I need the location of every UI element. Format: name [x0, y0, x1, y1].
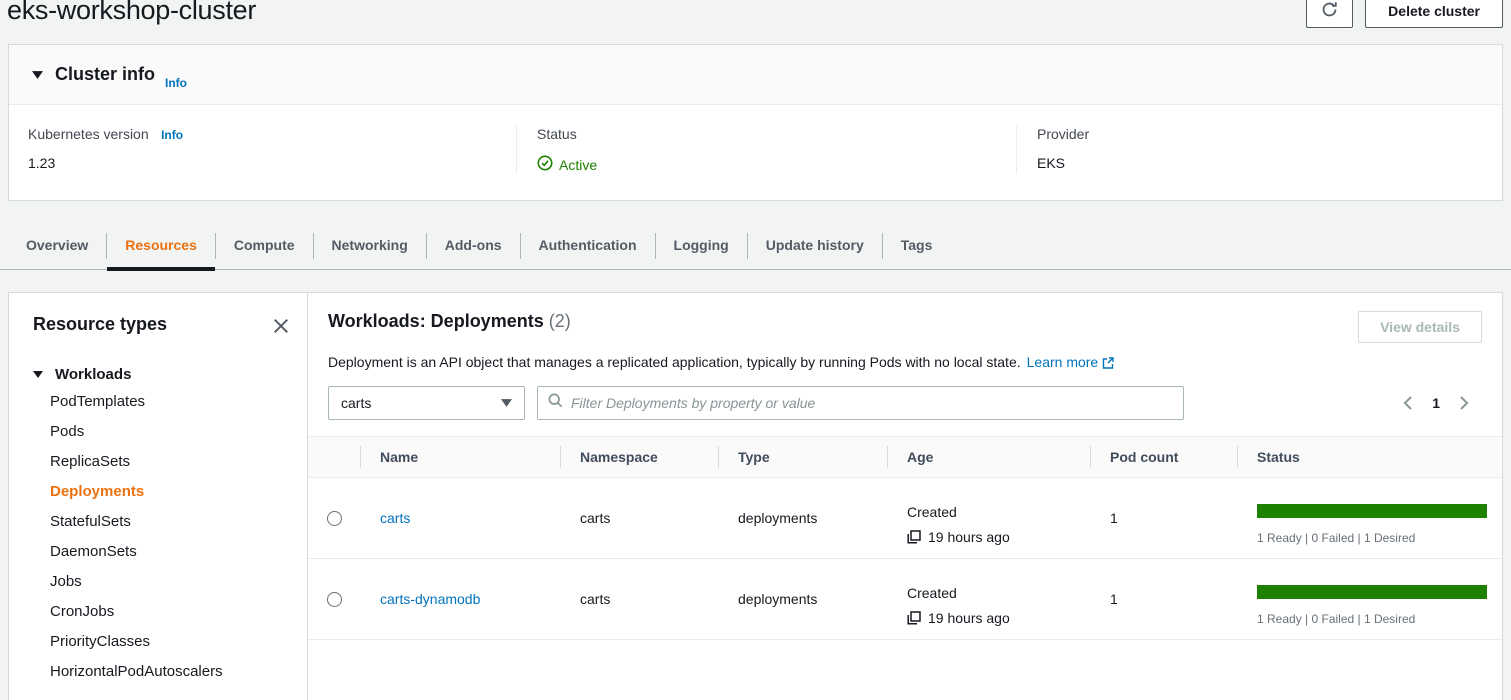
provider-field: Provider EKS — [1016, 126, 1502, 174]
caret-down-icon — [33, 371, 44, 378]
sidebar-item-cronjobs[interactable]: CronJobs — [33, 597, 291, 627]
previous-page-icon[interactable] — [1400, 394, 1415, 412]
column-header-type: Type — [718, 437, 887, 477]
check-circle-icon — [537, 155, 553, 174]
tab-bar: Overview Resources Compute Networking Ad… — [0, 222, 1511, 270]
tab-compute[interactable]: Compute — [216, 222, 313, 269]
cluster-info-body: Kubernetes version Info 1.23 Status Acti… — [9, 105, 1502, 200]
tab-networking[interactable]: Networking — [314, 222, 426, 269]
view-details-button[interactable]: View details — [1358, 311, 1482, 343]
provider-value: EKS — [1037, 155, 1502, 171]
deployments-description: Deployment is an API object that manages… — [328, 354, 1482, 372]
page-title: eks-workshop-cluster — [7, 0, 256, 26]
sidebar-group-workloads[interactable]: Workloads — [33, 366, 291, 383]
column-header-pod-count: Pod count — [1090, 437, 1237, 477]
radio-column-header — [308, 437, 360, 477]
type-cell: deployments — [718, 478, 887, 558]
status-text: 1 Ready | 0 Failed | 1 Desired — [1257, 612, 1487, 626]
deployments-heading: Workloads: Deployments(2) — [328, 311, 571, 332]
close-icon[interactable] — [271, 316, 291, 339]
tab-resources[interactable]: Resources — [107, 222, 215, 269]
status-progress-bar — [1257, 504, 1487, 518]
learn-more-link[interactable]: Learn more — [1027, 354, 1099, 370]
kubernetes-version-info-link[interactable]: Info — [161, 128, 183, 142]
sidebar-items: PodTemplates Pods ReplicaSets Deployment… — [33, 387, 291, 687]
kubernetes-version-value: 1.23 — [28, 155, 516, 171]
status-cell: 1 Ready | 0 Failed | 1 Desired — [1237, 572, 1502, 626]
page-actions: Delete cluster — [1306, 0, 1503, 28]
kubernetes-version-label: Kubernetes version — [28, 126, 149, 142]
search-icon — [548, 393, 563, 413]
tab-logging[interactable]: Logging — [656, 222, 747, 269]
provider-label: Provider — [1037, 126, 1089, 142]
status-progress-bar — [1257, 585, 1487, 599]
status-value: Active — [537, 155, 1016, 174]
namespace-cell: carts — [560, 478, 718, 558]
delete-cluster-button[interactable]: Delete cluster — [1365, 0, 1503, 28]
page-header: eks-workshop-cluster Delete cluster — [0, 0, 1511, 44]
sidebar-item-priorityclasses[interactable]: PriorityClasses — [33, 627, 291, 657]
cluster-info-card: Cluster info Info Kubernetes version Inf… — [8, 44, 1503, 201]
sidebar-item-jobs[interactable]: Jobs — [33, 567, 291, 597]
table-header-row: Name Namespace Type Age Pod count Status — [308, 437, 1502, 478]
cluster-info-header[interactable]: Cluster info Info — [9, 45, 1502, 105]
sidebar-title: Resource types — [33, 314, 167, 335]
refresh-button[interactable] — [1306, 0, 1353, 28]
status-text: 1 Ready | 0 Failed | 1 Desired — [1257, 531, 1487, 545]
status-cell: 1 Ready | 0 Failed | 1 Desired — [1237, 491, 1502, 545]
pagination: 1 — [1400, 394, 1482, 412]
next-page-icon[interactable] — [1457, 394, 1472, 412]
sidebar-item-deployments[interactable]: Deployments — [33, 477, 291, 507]
sidebar-item-replicasets[interactable]: ReplicaSets — [33, 447, 291, 477]
status-label: Status — [537, 126, 577, 142]
sidebar-item-pods[interactable]: Pods — [33, 417, 291, 447]
pod-count-cell: 1 — [1090, 559, 1237, 639]
deployment-name-link[interactable]: carts — [380, 510, 410, 526]
age-cell: Created 19 hours ago — [887, 572, 1090, 626]
search-field — [537, 386, 1184, 420]
current-page-number[interactable]: 1 — [1432, 395, 1440, 411]
resource-types-sidebar: Resource types Workloads PodTemplates Po… — [9, 293, 308, 700]
tab-overview[interactable]: Overview — [8, 222, 106, 269]
column-header-status: Status — [1237, 437, 1502, 477]
deployment-name-link[interactable]: carts-dynamodb — [380, 591, 480, 607]
sidebar-item-statefulsets[interactable]: StatefulSets — [33, 507, 291, 537]
refresh-icon — [1321, 1, 1338, 21]
resources-panel: Resource types Workloads PodTemplates Po… — [8, 292, 1503, 700]
filter-dropdown-value: carts — [341, 395, 371, 411]
tab-tags[interactable]: Tags — [883, 222, 951, 269]
row-radio-button[interactable] — [327, 511, 342, 526]
copy-icon[interactable] — [907, 530, 921, 544]
column-header-name: Name — [360, 437, 560, 477]
deployments-main: Workloads: Deployments(2) View details D… — [308, 293, 1502, 700]
namespace-cell: carts — [560, 559, 718, 639]
row-radio-button[interactable] — [327, 592, 342, 607]
copy-icon[interactable] — [907, 611, 921, 625]
pod-count-cell: 1 — [1090, 478, 1237, 558]
external-link-icon — [1102, 356, 1114, 372]
status-field: Status Active — [516, 126, 1016, 174]
sidebar-item-daemonsets[interactable]: DaemonSets — [33, 537, 291, 567]
caret-down-icon — [32, 71, 43, 79]
column-header-age: Age — [887, 437, 1090, 477]
tab-authentication[interactable]: Authentication — [521, 222, 655, 269]
column-header-namespace: Namespace — [560, 437, 718, 477]
table-row: carts-dynamodb carts deployments Created… — [308, 559, 1502, 640]
caret-down-icon — [501, 399, 512, 407]
sidebar-item-horizontalpodautoscalers[interactable]: HorizontalPodAutoscalers — [33, 657, 291, 687]
tab-update-history[interactable]: Update history — [748, 222, 882, 269]
deployments-count: (2) — [549, 311, 571, 331]
deployments-table: Name Namespace Type Age Pod count Status… — [308, 436, 1502, 640]
sidebar-item-podtemplates[interactable]: PodTemplates — [33, 387, 291, 417]
kubernetes-version-field: Kubernetes version Info 1.23 — [9, 126, 516, 174]
cluster-info-info-link[interactable]: Info — [165, 76, 187, 90]
filter-dropdown[interactable]: carts — [328, 386, 525, 420]
search-input[interactable] — [571, 395, 1173, 411]
table-row: carts carts deployments Created 19 hours… — [308, 478, 1502, 559]
tab-add-ons[interactable]: Add-ons — [427, 222, 520, 269]
age-cell: Created 19 hours ago — [887, 491, 1090, 545]
cluster-info-title: Cluster info — [55, 64, 155, 85]
type-cell: deployments — [718, 559, 887, 639]
